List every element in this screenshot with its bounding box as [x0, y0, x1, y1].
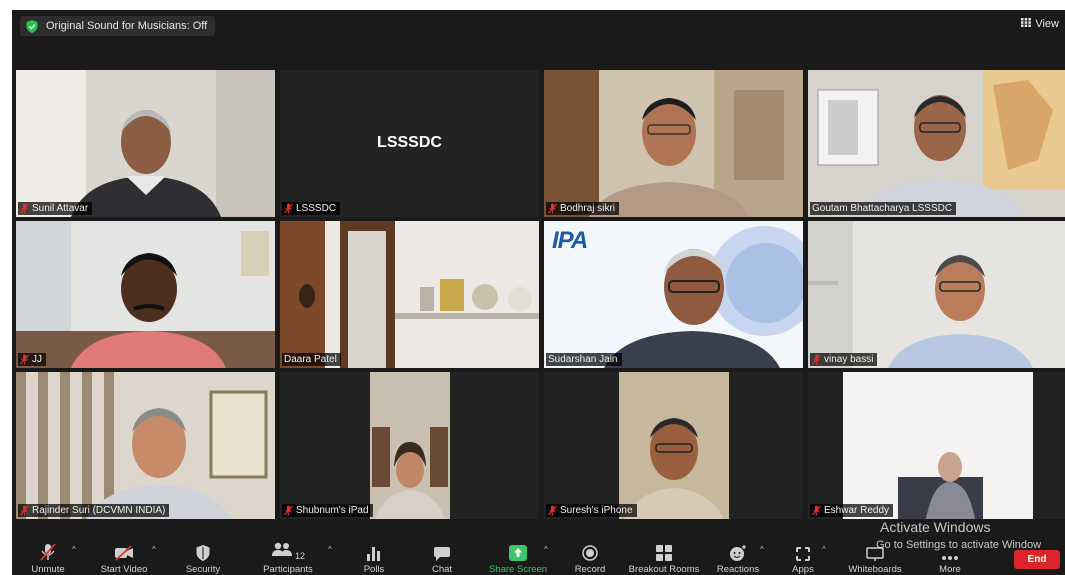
ipa-logo: IPA — [552, 227, 588, 254]
mic-off-icon — [20, 354, 29, 365]
breakout-rooms-icon — [656, 541, 672, 561]
mic-off-icon — [20, 505, 29, 516]
start-video-button[interactable]: Start Video — [84, 538, 164, 575]
participant-video — [544, 372, 803, 519]
video-tile-vinay-bassi[interactable]: vinay bassi — [808, 221, 1065, 368]
participant-display-name: LSSSDC — [377, 134, 442, 151]
mic-off-icon — [40, 541, 56, 561]
shield-icon — [26, 19, 38, 33]
video-tile-bodhraj-sikri[interactable]: Bodhraj sikri — [544, 70, 803, 217]
video-tile-daara-patel[interactable]: Daara Patel — [280, 221, 539, 368]
video-tile-lsssdc[interactable]: LSSSDC LSSSDC — [280, 70, 539, 217]
participant-video — [16, 221, 275, 368]
video-tile-sudarshan-jain[interactable]: IPA Sudarshan Jain — [544, 221, 803, 368]
participant-name-label: Goutam Bhattacharya LSSSDC — [810, 202, 957, 215]
participants-options-caret[interactable]: ^ — [328, 545, 332, 554]
participant-name-label: Sudarshan Jain — [546, 353, 622, 366]
mic-off-icon — [812, 354, 821, 365]
video-options-caret[interactable]: ^ — [152, 545, 156, 554]
participant-name-label: JJ — [18, 353, 46, 366]
participant-name-label: Shubnum's iPad — [282, 504, 373, 517]
activate-windows-title: Activate Windows — [880, 519, 991, 535]
participant-video — [280, 221, 539, 368]
grid-icon — [1021, 18, 1032, 30]
video-tile-eshwar-reddy[interactable]: Eshwar Reddy — [808, 372, 1065, 519]
breakout-rooms-button[interactable]: Breakout Rooms — [624, 538, 704, 575]
participant-name-label: LSSSDC — [282, 202, 341, 215]
record-icon — [582, 541, 598, 561]
participant-name-label: Suresh's iPhone — [546, 504, 637, 517]
participant-video — [808, 372, 1065, 519]
original-sound-label: Original Sound for Musicians: Off — [46, 20, 208, 32]
participant-name-label: Eshwar Reddy — [810, 504, 894, 517]
reactions-icon — [729, 541, 747, 561]
mic-off-icon — [812, 505, 821, 516]
participant-name-label: Bodhraj sikri — [546, 202, 620, 215]
chat-icon — [434, 541, 450, 561]
apps-button[interactable]: Apps — [763, 538, 843, 575]
participant-video — [16, 70, 275, 217]
video-tile-sunil-attavar[interactable]: Sunil Attavar — [16, 70, 275, 217]
video-off-icon — [114, 541, 134, 561]
participant-name-label: vinay bassi — [810, 353, 878, 366]
participant-name-label: Daara Patel — [282, 353, 341, 366]
view-label: View — [1035, 18, 1059, 30]
chat-button[interactable]: Chat — [402, 538, 482, 575]
zoom-meeting-window: Original Sound for Musicians: Off View S… — [12, 10, 1065, 575]
video-tile-rajinder-suri[interactable]: Rajinder Suri (DCVMN INDIA) — [16, 372, 275, 519]
participant-name-label: Sunil Attavar — [18, 202, 93, 215]
unmute-options-caret[interactable]: ^ — [72, 545, 76, 554]
shield-icon — [196, 541, 210, 561]
apps-icon — [796, 541, 810, 561]
participant-name-label: Rajinder Suri (DCVMN INDIA) — [18, 504, 170, 517]
mic-off-icon — [548, 203, 557, 214]
participant-video — [808, 70, 1065, 217]
participant-video — [544, 70, 803, 217]
video-tile-shubnums-ipad[interactable]: Shubnum's iPad — [280, 372, 539, 519]
participant-video — [280, 372, 539, 519]
video-tile-jj[interactable]: JJ — [16, 221, 275, 368]
original-sound-indicator[interactable]: Original Sound for Musicians: Off — [20, 16, 216, 36]
top-bar: Original Sound for Musicians: Off View — [12, 10, 1065, 42]
participant-video — [16, 372, 275, 519]
participant-video — [808, 221, 1065, 368]
view-button[interactable]: View — [1021, 18, 1059, 30]
participants-count: 12 — [294, 551, 305, 561]
video-tile-sureshs-iphone[interactable]: Suresh's iPhone — [544, 372, 803, 519]
apps-options-caret[interactable]: ^ — [822, 545, 826, 554]
mic-off-icon — [284, 505, 293, 516]
participants-button[interactable]: 12 Participants — [248, 538, 328, 575]
share-screen-icon — [509, 541, 527, 561]
mic-off-icon — [548, 505, 557, 516]
end-meeting-button[interactable]: End — [1014, 550, 1060, 569]
participants-icon — [271, 542, 293, 561]
unmute-button[interactable]: Unmute — [12, 538, 88, 575]
security-button[interactable]: Security — [163, 538, 243, 575]
mic-off-icon — [284, 203, 293, 214]
mic-off-icon — [20, 203, 29, 214]
share-options-caret[interactable]: ^ — [544, 545, 548, 554]
polls-icon — [367, 541, 381, 561]
video-tile-goutam-bhattacharya[interactable]: Goutam Bhattacharya LSSSDC — [808, 70, 1065, 217]
share-screen-button[interactable]: Share Screen — [478, 538, 558, 575]
record-button[interactable]: Record — [550, 538, 630, 575]
